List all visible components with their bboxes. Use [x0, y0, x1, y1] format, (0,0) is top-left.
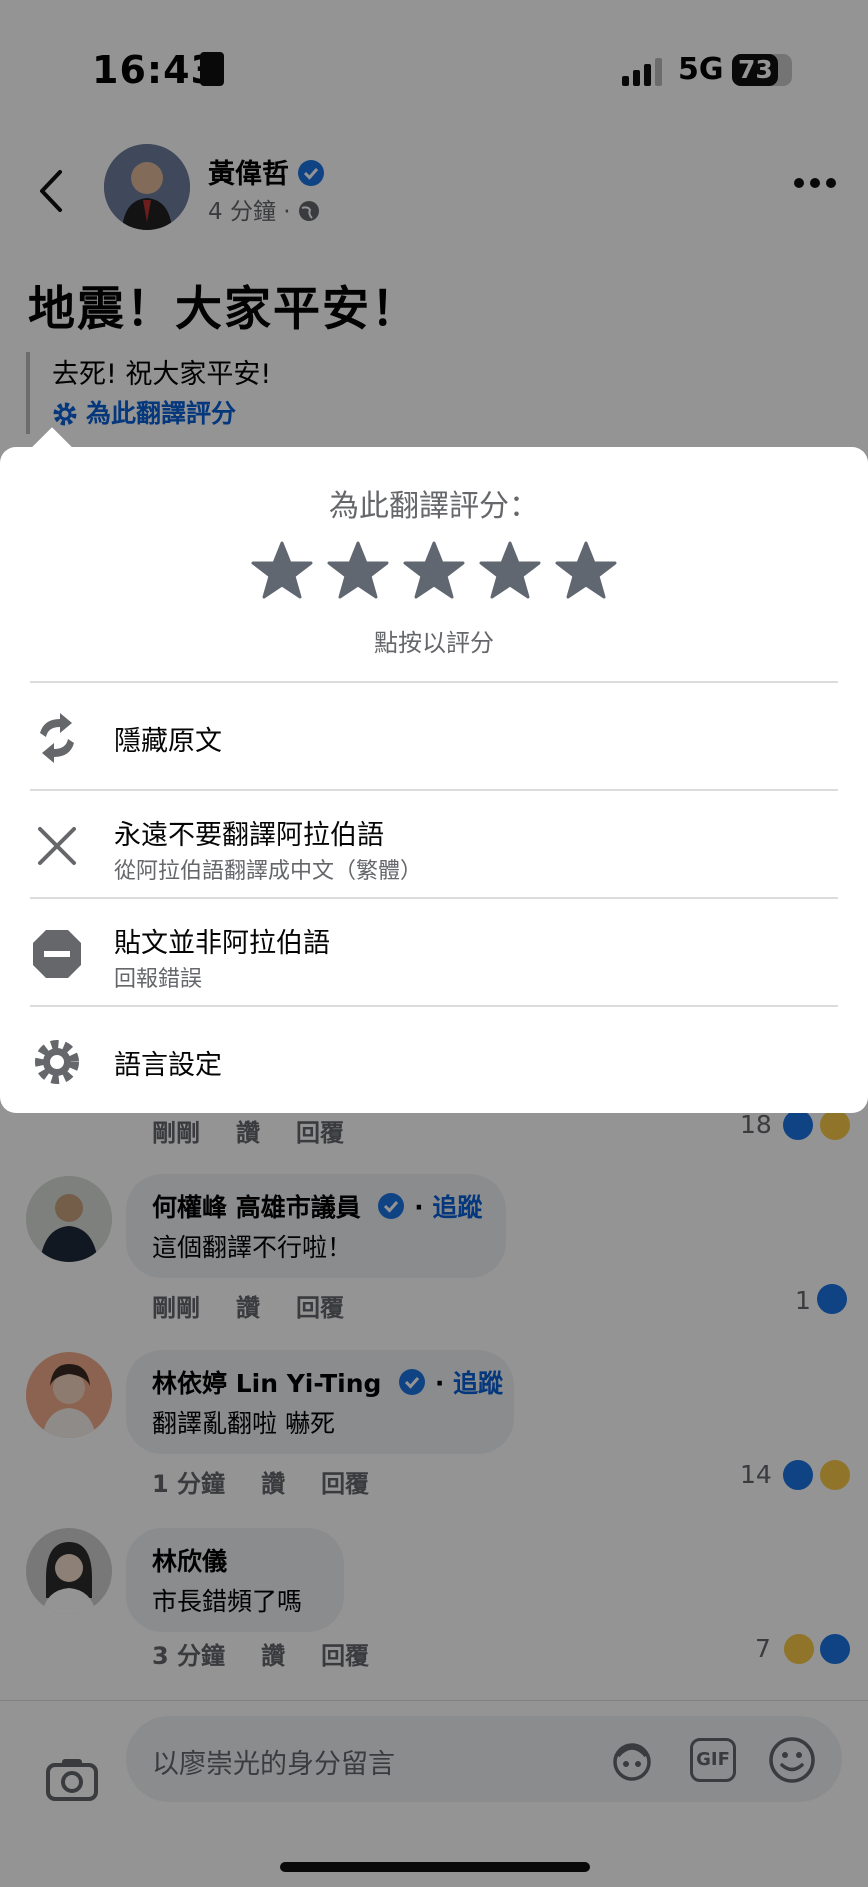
star-4-icon[interactable]	[478, 539, 542, 603]
rate-translation-sheet: 為此翻譯評分： 點按以評分 隱藏原文 永遠不要翻譯阿拉伯語 從阿拉伯語翻譯成中文…	[0, 447, 868, 1113]
tap-to-rate-hint: 點按以評分	[374, 629, 494, 657]
divider	[30, 681, 838, 683]
block-icon	[33, 930, 81, 978]
not-arabic-label: 貼文並非阿拉伯語	[114, 928, 330, 959]
divider	[30, 789, 838, 791]
not-arabic-sub: 回報錯誤	[114, 967, 203, 992]
translate-swap-icon	[40, 713, 74, 763]
never-translate-label: 永遠不要翻譯阿拉伯語	[114, 820, 384, 851]
not-arabic-item[interactable]: 貼文並非阿拉伯語 回報錯誤	[0, 901, 868, 1007]
star-rating	[250, 539, 620, 603]
hide-original-item[interactable]: 隱藏原文	[0, 685, 868, 791]
never-translate-sub: 從阿拉伯語翻譯成中文（繁體）	[114, 859, 423, 884]
gear-icon	[35, 1040, 79, 1084]
divider	[30, 1005, 838, 1007]
never-translate-item[interactable]: 永遠不要翻譯阿拉伯語 從阿拉伯語翻譯成中文（繁體）	[0, 793, 868, 899]
divider	[30, 897, 838, 899]
language-settings-label: 語言設定	[114, 1050, 222, 1081]
star-3-icon[interactable]	[402, 539, 466, 603]
sheet-title: 為此翻譯評分：	[329, 489, 539, 524]
star-1-icon[interactable]	[250, 539, 314, 603]
star-5-icon[interactable]	[554, 539, 618, 603]
star-2-icon[interactable]	[326, 539, 390, 603]
language-settings-item[interactable]: 語言設定	[0, 1009, 868, 1115]
hide-original-label: 隱藏原文	[114, 726, 222, 757]
close-icon	[38, 827, 76, 865]
